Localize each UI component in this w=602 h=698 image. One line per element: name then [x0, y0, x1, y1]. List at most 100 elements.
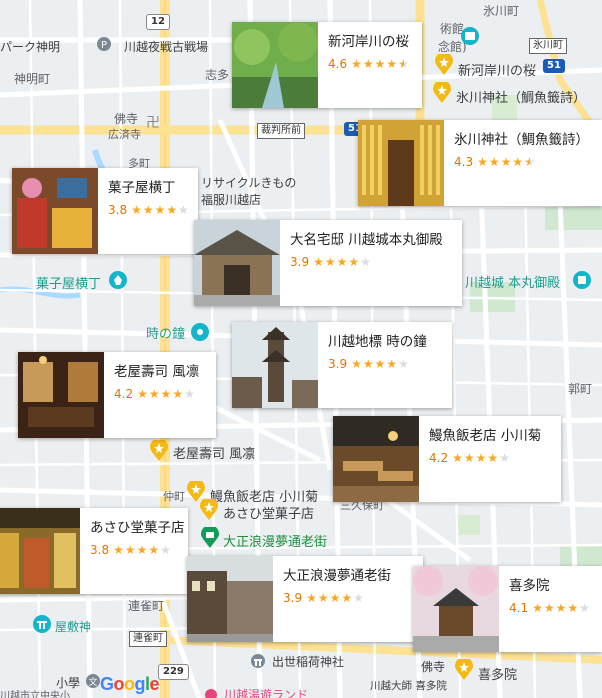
card-title: 氷川神社（鯛魚籤詩） — [454, 132, 589, 148]
star-full-icon: ★ — [306, 591, 318, 605]
star-empty-icon: ★ — [360, 255, 372, 269]
card-title: 大名宅邸 川越城本丸御殿 — [290, 232, 443, 248]
star-full-icon: ★ — [555, 601, 568, 615]
label-shisui: 志多 — [205, 68, 230, 82]
card-rating: 3.9 ★★★★★ — [283, 591, 365, 605]
place-card-taisho[interactable]: 大正浪漫夢通老街 3.9 ★★★★★ — [187, 556, 423, 642]
museum-icon[interactable] — [460, 26, 482, 48]
card-title: 老屋壽司 風凛 — [114, 364, 200, 380]
label-roya: 老屋壽司 風凛 — [173, 447, 256, 462]
label-nakacho: 仲町 — [163, 490, 185, 503]
photo-asahido — [0, 508, 80, 594]
card-title: 新河岸川の桜 — [328, 34, 409, 50]
card-title: あさひ堂菓子店 — [90, 520, 185, 536]
castle-pin[interactable] — [572, 270, 594, 292]
tokinokane-pin[interactable] — [190, 322, 212, 344]
hikawa-pin[interactable] — [432, 80, 454, 104]
kitain-pin[interactable] — [454, 657, 476, 681]
star-full-icon: ★ — [324, 255, 337, 269]
kashiya-pin[interactable] — [108, 270, 130, 292]
card-rating: 3.9 ★★★★★ — [328, 357, 410, 371]
photo-taisho — [187, 556, 273, 642]
star-full-icon: ★ — [148, 387, 161, 401]
star-full-icon: ★ — [512, 155, 525, 169]
star-empty-icon: ★ — [184, 387, 196, 401]
star-half-icon: ★ — [524, 155, 536, 169]
star-empty-icon: ★ — [499, 451, 511, 465]
star-full-icon: ★ — [362, 357, 375, 371]
label-recycle: リサイクルきもの — [201, 176, 297, 190]
place-card-tokinokane[interactable]: 川越地標 時の鐘 3.9 ★★★★★ — [232, 322, 452, 408]
renjyaku-sign: 連雀町 — [129, 631, 167, 647]
star-full-icon: ★ — [329, 591, 342, 605]
photo-hikawa — [358, 120, 444, 206]
label-castle: 川越城 本丸御殿 — [465, 276, 561, 291]
star-full-icon: ★ — [351, 57, 363, 71]
star-empty-icon: ★ — [178, 203, 190, 217]
label-kuruwa: 郭町 — [568, 382, 593, 396]
asahido-pin[interactable] — [199, 497, 221, 521]
photo-kitain — [413, 566, 499, 652]
shinkashi-pin[interactable] — [434, 52, 456, 76]
star-empty-icon: ★ — [398, 357, 410, 371]
label-park: パーク神明 — [0, 40, 61, 54]
saibansho-sign: 裁判所前 — [257, 123, 305, 139]
inari-pin[interactable] — [250, 653, 272, 675]
place-card-asahido[interactable]: あさひ堂菓子店 3.8 ★★★★★ — [0, 508, 188, 594]
card-title: 川越地標 時の鐘 — [328, 334, 427, 350]
label-shinmeicho: 神明町 — [14, 72, 51, 86]
photo-roya — [18, 352, 104, 438]
star-full-icon: ★ — [543, 601, 556, 615]
card-rating: 4.6 ★★★★★ — [328, 57, 410, 71]
label-yashiki: 屋敷神 — [55, 620, 92, 634]
route-229-shield: 229 — [158, 664, 189, 680]
place-card-shinkashi[interactable]: 新河岸川の桜 4.6 ★★★★★ — [232, 22, 422, 108]
photo-unagi — [333, 416, 419, 502]
photo-kashiya — [12, 168, 98, 254]
place-card-kashiya[interactable]: 菓子屋横丁 3.8 ★★★★★ — [12, 168, 198, 254]
star-full-icon: ★ — [166, 203, 179, 217]
label-renjyaku: 連雀町 — [128, 599, 165, 613]
card-rating: 3.9 ★★★★★ — [290, 255, 372, 269]
label-temple2: 広済寺 — [108, 128, 141, 141]
star-full-icon: ★ — [131, 203, 143, 217]
taisho-pin[interactable] — [200, 525, 222, 549]
roya-pin[interactable] — [149, 438, 171, 462]
card-rating: 4.3 ★★★★★ — [454, 155, 536, 169]
label-hikawacho: 氷川町 — [483, 4, 520, 18]
star-full-icon: ★ — [172, 387, 185, 401]
label-school-bottom: 川越市立中央小 — [0, 691, 70, 698]
star-full-icon: ★ — [475, 451, 488, 465]
label-shinkashi: 新河岸川の桜 — [458, 64, 537, 79]
star-full-icon: ★ — [374, 57, 387, 71]
place-card-unagi[interactable]: 鰻魚飯老店 小川菊 4.2 ★★★★★ — [333, 416, 561, 502]
yashiki-pin[interactable] — [32, 614, 54, 636]
place-card-roya[interactable]: 老屋壽司 風凛 4.2 ★★★★★ — [18, 352, 216, 438]
star-empty-icon: ★ — [579, 601, 591, 615]
card-title: 鰻魚飯老店 小川菊 — [429, 428, 542, 444]
map-canvas[interactable]: 12 51 51 229 氷川町 連雀町 裁判所前 パーク神明 P 川越夜戦古戦… — [0, 0, 602, 698]
place-card-honmaru[interactable]: 大名宅邸 川越城本丸御殿 3.9 ★★★★★ — [194, 220, 462, 306]
place-card-hikawa[interactable]: 氷川神社（鯛魚籤詩） 4.3 ★★★★★ — [358, 120, 602, 206]
label-hikawa: 氷川神社（鯛魚籤詩） — [456, 91, 587, 106]
parking-icon: P — [96, 36, 118, 58]
yuyu-pin[interactable] — [204, 687, 226, 698]
star-full-icon: ★ — [160, 387, 173, 401]
star-full-icon: ★ — [487, 451, 500, 465]
photo-tokinokane — [232, 322, 318, 408]
star-full-icon: ★ — [336, 255, 349, 269]
svg-text:文: 文 — [88, 676, 97, 688]
card-title: 菓子屋横丁 — [108, 180, 176, 196]
star-full-icon: ★ — [532, 601, 544, 615]
photo-shinkashi — [232, 22, 318, 108]
star-full-icon: ★ — [124, 543, 137, 557]
card-title: 大正浪漫夢通老街 — [283, 568, 391, 584]
label-battlefield: 川越夜戦古戦場 — [124, 40, 209, 54]
star-full-icon: ★ — [142, 203, 155, 217]
star-full-icon: ★ — [362, 57, 375, 71]
star-empty-icon: ★ — [160, 543, 172, 557]
star-full-icon: ★ — [313, 255, 325, 269]
label-kashiya: 菓子屋横丁 — [36, 277, 102, 292]
star-full-icon: ★ — [113, 543, 125, 557]
place-card-kitain[interactable]: 喜多院 4.1 ★★★★★ — [413, 566, 602, 652]
